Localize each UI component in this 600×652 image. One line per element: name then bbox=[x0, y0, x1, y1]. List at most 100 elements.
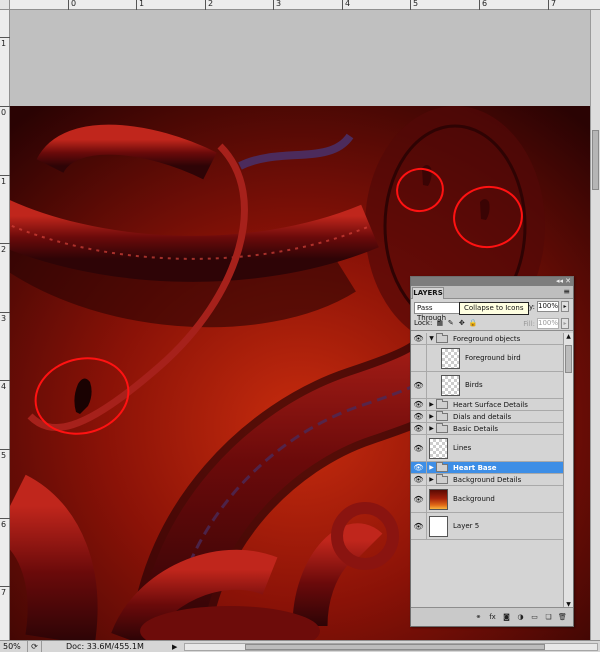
ruler-label: 4 bbox=[345, 0, 351, 8]
ruler-label: 6 bbox=[482, 0, 488, 8]
scroll-up-icon[interactable]: ▲ bbox=[564, 333, 573, 341]
lock-label: Lock: bbox=[414, 319, 433, 327]
layer-thumbnail bbox=[441, 347, 460, 369]
layer-style-icon[interactable]: fx bbox=[488, 613, 497, 622]
scrollbar-thumb[interactable] bbox=[565, 345, 572, 373]
horizontal-ruler[interactable]: 0 1 2 3 4 5 6 7 bbox=[10, 0, 600, 10]
fill-field[interactable]: 100% bbox=[537, 318, 559, 329]
layer-thumbnail bbox=[429, 437, 448, 459]
layer-name: Layer 5 bbox=[453, 522, 480, 530]
collapse-panel-icon[interactable]: ◂◂ bbox=[556, 277, 563, 286]
zoom-level-field[interactable]: 50% bbox=[0, 641, 28, 652]
lock-image-icon[interactable]: ✎ bbox=[446, 319, 455, 328]
ruler-origin[interactable] bbox=[0, 0, 10, 10]
folder-icon bbox=[436, 473, 448, 484]
visibility-eye-icon[interactable]: 👁 bbox=[411, 435, 427, 461]
new-group-icon[interactable]: ▭ bbox=[530, 613, 539, 622]
lock-row: Lock: ▦ ✎ ✥ 🔒 Fill: 100% ▸ bbox=[411, 316, 573, 331]
ruler-label: 0 bbox=[71, 0, 77, 8]
scrollbar-thumb[interactable] bbox=[245, 643, 545, 650]
ruler-label: 4 bbox=[1, 382, 7, 391]
layer-name: Heart Surface Details bbox=[453, 400, 528, 409]
visibility-eye-icon[interactable]: 👁 bbox=[411, 513, 427, 539]
layer-row-dials-and-details[interactable]: 👁 ▶ Dials and details bbox=[411, 410, 564, 423]
ruler-label: 5 bbox=[1, 451, 7, 460]
layer-row-background-details[interactable]: 👁 ▶ Background Details bbox=[411, 473, 564, 486]
visibility-eye-icon[interactable]: 👁 bbox=[411, 372, 427, 398]
layer-row-foreground-bird[interactable]: Foreground bird bbox=[411, 345, 564, 372]
layer-row-layer-5[interactable]: 👁 Layer 5 bbox=[411, 513, 564, 540]
folder-icon bbox=[436, 422, 448, 433]
tab-layers[interactable]: LAYERS bbox=[412, 287, 444, 299]
ruler-label: 6 bbox=[1, 520, 7, 529]
status-menu-arrow-icon[interactable]: ▶ bbox=[172, 643, 182, 651]
folder-icon bbox=[436, 333, 448, 343]
layer-name: Dials and details bbox=[453, 412, 512, 421]
lock-all-icon[interactable]: 🔒 bbox=[468, 319, 477, 328]
expand-triangle-icon[interactable]: ▶ bbox=[427, 476, 436, 483]
layer-name: Heart Base bbox=[453, 463, 497, 472]
layer-thumbnail bbox=[429, 488, 448, 510]
fill-label: Fill: bbox=[523, 319, 535, 328]
expand-triangle-icon[interactable]: ▼ bbox=[427, 335, 436, 342]
layers-panel: ◂◂ ✕ LAYERS ≡ Pass Through Collapse to I… bbox=[410, 276, 574, 627]
layer-row-lines[interactable]: 👁 Lines bbox=[411, 435, 564, 462]
ruler-label: 2 bbox=[1, 245, 7, 254]
layer-thumbnail bbox=[441, 374, 460, 396]
lock-position-icon[interactable]: ✥ bbox=[457, 319, 466, 328]
new-layer-icon[interactable]: ❏ bbox=[544, 613, 553, 622]
expand-triangle-icon[interactable]: ▶ bbox=[427, 401, 436, 408]
scrollbar-thumb[interactable] bbox=[592, 130, 599, 190]
layer-row-birds[interactable]: 👁 Birds bbox=[411, 372, 564, 399]
layer-name: Birds bbox=[465, 381, 483, 389]
layer-row-basic-details[interactable]: 👁 ▶ Basic Details bbox=[411, 422, 564, 435]
visibility-eye-icon[interactable]: 👁 bbox=[411, 333, 427, 344]
expand-triangle-icon[interactable]: ▶ bbox=[427, 425, 436, 432]
status-info-icon[interactable]: ⟳ bbox=[28, 641, 42, 652]
vertical-scrollbar[interactable] bbox=[590, 10, 600, 640]
blend-row: Pass Through Collapse to Icons Opacity: … bbox=[411, 299, 573, 322]
layer-row-background[interactable]: 👁 Background bbox=[411, 486, 564, 513]
visibility-eye-icon[interactable]: 👁 bbox=[411, 474, 427, 485]
layer-mask-icon[interactable]: ◙ bbox=[502, 613, 511, 622]
expand-triangle-icon[interactable]: ▶ bbox=[427, 413, 436, 420]
ruler-label: 7 bbox=[551, 0, 557, 8]
layer-name: Background Details bbox=[453, 475, 522, 484]
vertical-ruler[interactable]: 1 0 1 2 3 4 5 6 7 bbox=[0, 10, 10, 640]
visibility-eye-icon[interactable] bbox=[411, 345, 427, 371]
horizontal-scrollbar[interactable] bbox=[184, 642, 598, 651]
ruler-label: 1 bbox=[1, 39, 7, 48]
layer-row-heart-base[interactable]: 👁 ▶ Heart Base bbox=[411, 461, 564, 474]
layer-thumbnail bbox=[429, 515, 448, 537]
panel-menu-icon[interactable]: ≡ bbox=[563, 287, 570, 296]
blend-mode-select[interactable]: Pass Through bbox=[414, 301, 464, 322]
layer-name: Basic Details bbox=[453, 424, 499, 433]
pasteboard[interactable] bbox=[10, 10, 590, 106]
layers-list: 👁 ▼ Foreground objects Foreground bird 👁… bbox=[411, 333, 564, 609]
link-layers-icon[interactable]: ⚭ bbox=[474, 613, 483, 622]
opacity-slider-arrow-icon[interactable]: ▸ bbox=[561, 301, 569, 312]
visibility-eye-icon[interactable]: 👁 bbox=[411, 423, 427, 434]
opacity-field[interactable]: 100% bbox=[537, 301, 559, 312]
visibility-eye-icon[interactable]: 👁 bbox=[411, 411, 427, 422]
layers-scrollbar[interactable]: ▲ ▼ bbox=[563, 333, 573, 609]
fill-slider-arrow-icon[interactable]: ▸ bbox=[561, 318, 569, 329]
panel-titlebar[interactable]: ◂◂ ✕ bbox=[411, 277, 573, 286]
layer-name: Foreground objects bbox=[453, 334, 521, 343]
ruler-label: 0 bbox=[1, 108, 7, 117]
close-icon[interactable]: ✕ bbox=[565, 277, 571, 286]
layer-row-heart-surface-details[interactable]: 👁 ▶ Heart Surface Details bbox=[411, 398, 564, 411]
visibility-eye-icon[interactable]: 👁 bbox=[411, 399, 427, 410]
expand-triangle-icon[interactable]: ▶ bbox=[427, 464, 436, 471]
delete-layer-icon[interactable]: 🗑 bbox=[558, 613, 567, 622]
layer-name: Foreground bird bbox=[465, 354, 521, 362]
visibility-eye-icon[interactable]: 👁 bbox=[411, 462, 427, 473]
document-size: Doc: 33.6M/455.1M bbox=[66, 642, 144, 651]
adjustment-layer-icon[interactable]: ◑ bbox=[516, 613, 525, 622]
tooltip: Collapse to Icons bbox=[459, 302, 529, 315]
layer-row-foreground-objects[interactable]: 👁 ▼ Foreground objects bbox=[411, 333, 564, 345]
lock-transparency-icon[interactable]: ▦ bbox=[435, 319, 444, 328]
visibility-eye-icon[interactable]: 👁 bbox=[411, 486, 427, 512]
panel-footer: ⚭ fx ◙ ◑ ▭ ❏ 🗑 bbox=[411, 607, 573, 626]
folder-icon bbox=[436, 461, 448, 472]
